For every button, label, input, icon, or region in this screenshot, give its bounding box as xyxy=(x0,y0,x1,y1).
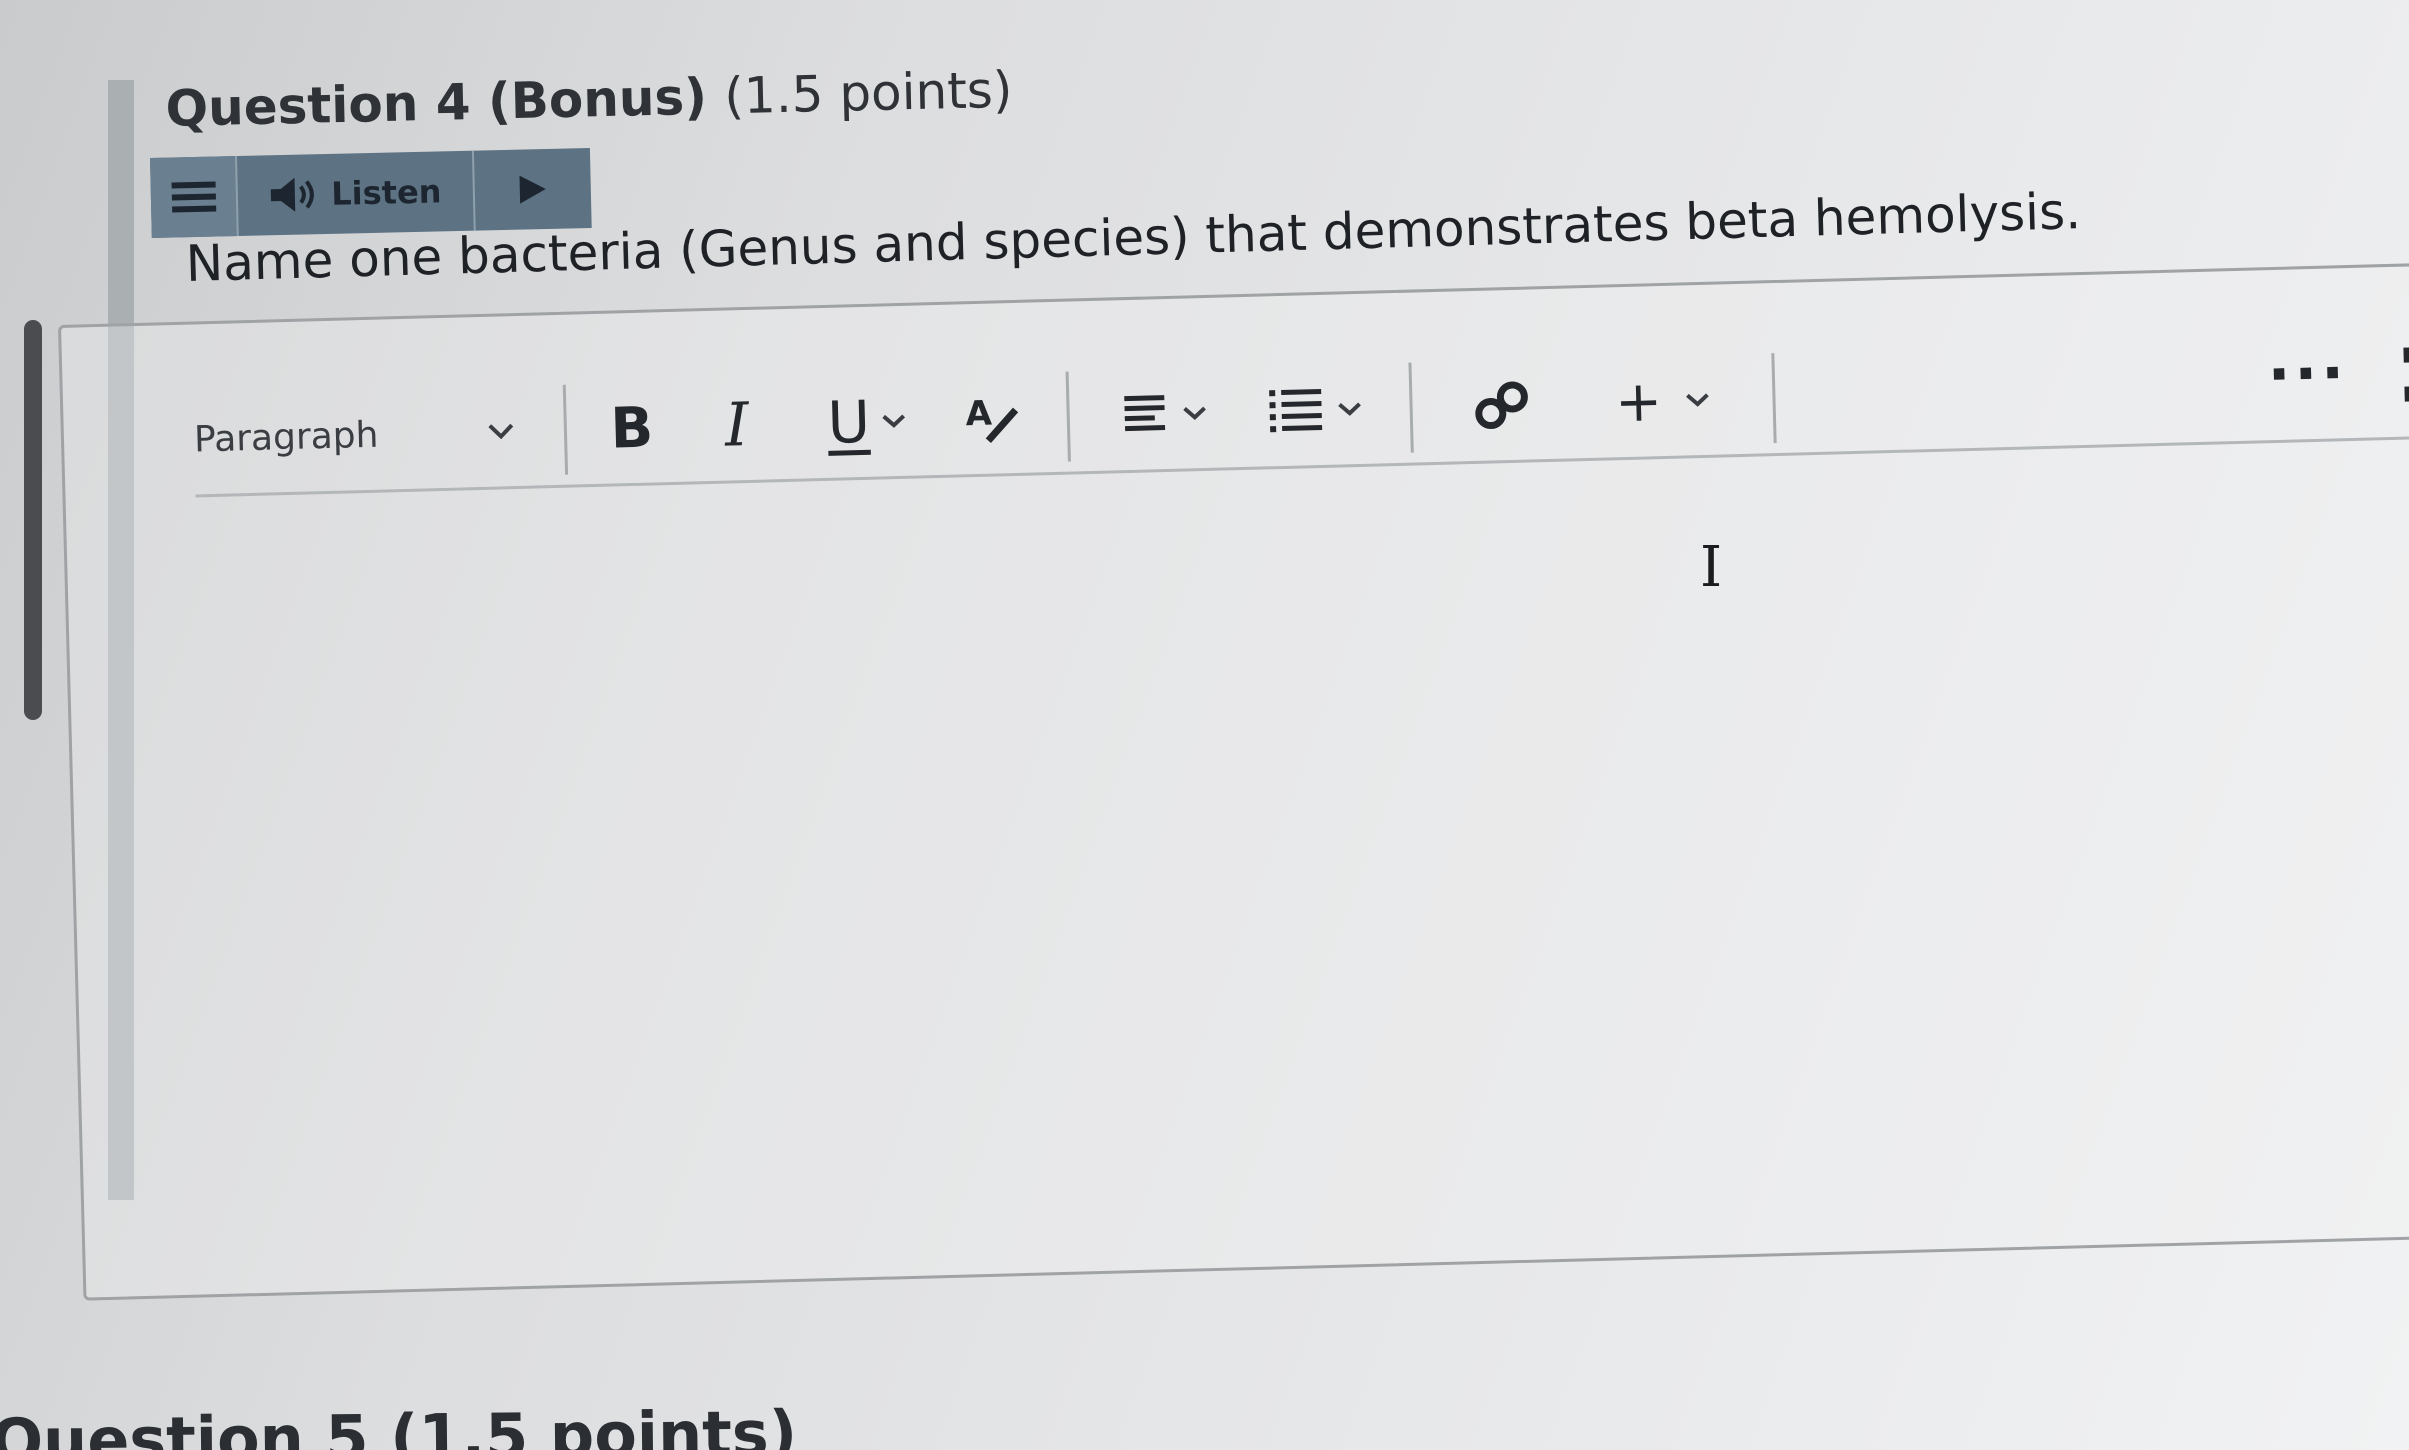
hamburger-icon xyxy=(171,181,216,213)
scrollbar-thumb[interactable] xyxy=(24,320,42,720)
list-dropdown[interactable] xyxy=(1239,383,1390,437)
rich-text-editor[interactable]: Paragraph B I U A + ··· xyxy=(58,262,2409,1301)
chevron-down-icon xyxy=(1338,402,1361,416)
chevron-down-icon xyxy=(882,414,906,428)
listen-label: Listen xyxy=(330,172,442,213)
toolbar-divider xyxy=(1408,362,1414,453)
question-points: (1.5 points) xyxy=(723,60,1014,126)
readspeaker-menu-button[interactable] xyxy=(150,156,239,238)
page: Question 4 (Bonus) (1.5 points) Listen N… xyxy=(0,0,2409,1450)
align-dropdown[interactable] xyxy=(1089,389,1240,439)
toolbar-divider xyxy=(1771,353,1777,444)
link-icon xyxy=(1475,381,1528,430)
bulleted-list-icon xyxy=(1269,388,1323,433)
insert-link-button[interactable] xyxy=(1432,375,1573,435)
play-icon xyxy=(518,175,546,204)
more-options-button[interactable]: ··· xyxy=(2267,338,2349,410)
toolbar-divider xyxy=(1065,371,1071,462)
plus-icon: + xyxy=(1614,368,1663,435)
chevron-down-icon xyxy=(1183,406,1206,420)
block-format-dropdown[interactable]: Paragraph xyxy=(194,410,545,460)
fullscreen-button[interactable] xyxy=(2402,346,2409,403)
speaker-icon xyxy=(271,177,315,212)
question-title-text: Question 4 (Bonus) xyxy=(165,67,708,138)
next-question-title: Question 5 (1.5 points) xyxy=(0,1396,798,1450)
question-title: Question 4 (Bonus) (1.5 points) xyxy=(165,61,1013,138)
svg-text:A: A xyxy=(965,394,993,435)
insert-more-dropdown[interactable]: + xyxy=(1572,366,1754,436)
block-format-label: Paragraph xyxy=(193,414,379,460)
align-left-icon xyxy=(1124,395,1166,432)
chevron-down-icon xyxy=(488,423,514,440)
toolbar-divider xyxy=(562,384,569,475)
listen-button[interactable]: Listen xyxy=(236,150,476,237)
font-color-icon: A xyxy=(965,394,1019,444)
expand-icon xyxy=(2403,347,2409,402)
text-format-button[interactable]: A xyxy=(936,389,1047,448)
italic-button[interactable]: I xyxy=(676,389,798,462)
underline-button[interactable]: U xyxy=(796,386,938,458)
editor-content-area[interactable] xyxy=(196,440,2409,1294)
text-cursor-icon: Ⅰ xyxy=(1700,535,1723,600)
underline-icon: U xyxy=(826,387,871,457)
bold-button[interactable]: B xyxy=(586,394,678,461)
chevron-down-icon xyxy=(1686,393,1710,407)
play-button[interactable] xyxy=(474,148,591,231)
